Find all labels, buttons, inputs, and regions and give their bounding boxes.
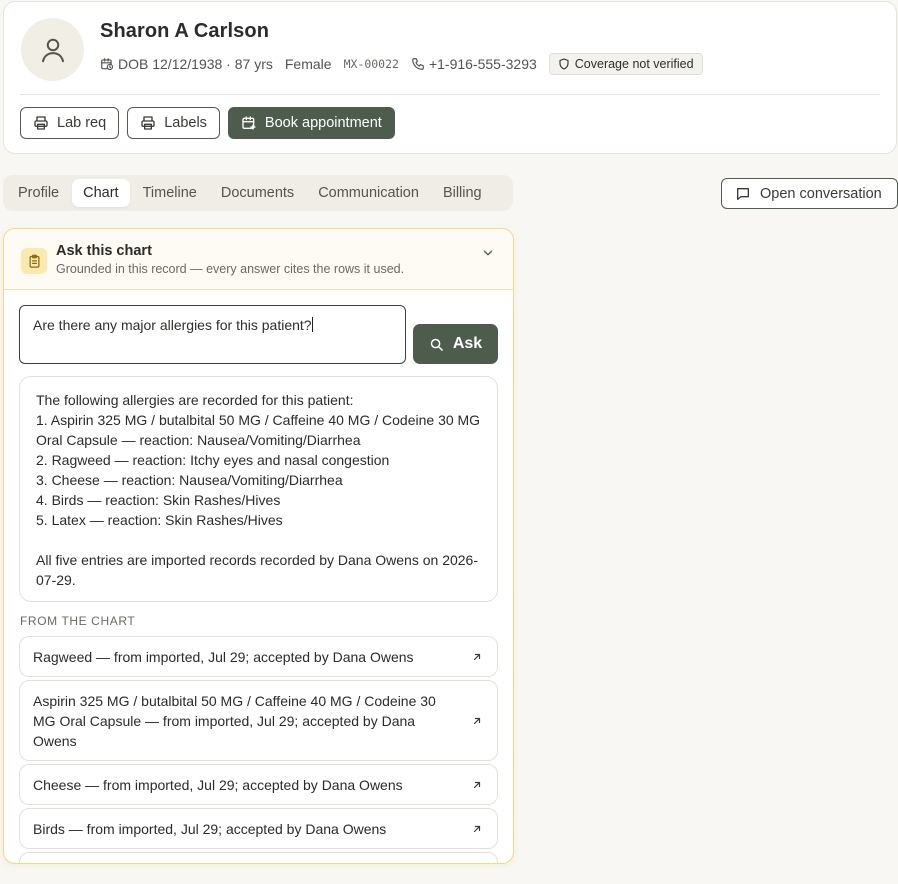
phone[interactable]: +1-916-555-3293 — [411, 56, 537, 72]
lab-req-label: Lab req — [57, 115, 107, 131]
from-chart-label: FROM THE CHART — [20, 614, 136, 628]
tab-chart[interactable]: Chart — [72, 179, 130, 207]
header-divider — [20, 94, 880, 95]
book-appointment-button[interactable]: Book appointment — [227, 107, 395, 139]
clipboard-icon — [21, 248, 47, 274]
citation-item[interactable]: Aspirin 325 MG / butalbital 50 MG / Caff… — [19, 680, 498, 761]
ask-subtitle: Grounded in this record — every answer c… — [56, 262, 405, 276]
labels-button[interactable]: Labels — [127, 107, 220, 139]
citation-item[interactable] — [19, 852, 498, 863]
patient-meta: DOB 12/12/1938 · 87 yrs Female MX-00022 … — [100, 53, 703, 75]
book-appointment-label: Book appointment — [264, 115, 382, 131]
question-text: Are there any major allergies for this p… — [33, 317, 312, 333]
shield-icon — [559, 58, 569, 70]
calendar-clock-icon — [101, 58, 114, 71]
chat-icon — [737, 187, 749, 200]
coverage-badge: Coverage not verified — [548, 53, 703, 75]
text-caret — [311, 317, 313, 332]
arrow-up-right-icon — [473, 781, 481, 788]
citation-text: Aspirin 325 MG / butalbital 50 MG / Caff… — [33, 693, 436, 749]
printer-icon — [34, 116, 48, 130]
ask-title: Ask this chart — [56, 243, 152, 259]
action-row: Lab req Labels Book appointment — [20, 107, 403, 139]
citation-text: Cheese — from imported, Jul 29; accepted… — [33, 777, 403, 793]
user-icon — [41, 38, 64, 62]
tab-profile[interactable]: Profile — [7, 179, 70, 207]
dob: DOB 12/12/1938 · 87 yrs — [100, 56, 273, 72]
citation-item[interactable]: Ragweed — from imported, Jul 29; accepte… — [19, 636, 498, 677]
answer-text: The following allergies are recorded for… — [19, 376, 498, 602]
chart-tabs: Profile Chart Timeline Documents Communi… — [3, 175, 513, 211]
sex: Female — [284, 56, 332, 72]
ask-button-label: Ask — [452, 335, 483, 352]
open-conversation-button[interactable]: Open conversation — [721, 178, 898, 209]
ask-chart-panel: Ask this chart Grounded in this record —… — [3, 228, 514, 864]
patient-header-card: Sharon A Carlson DOB 12/12/1938 · 87 yrs… — [3, 1, 897, 154]
citation-item[interactable]: Birds — from imported, Jul 29; accepted … — [19, 808, 498, 849]
lab-req-button[interactable]: Lab req — [20, 107, 120, 139]
tab-documents[interactable]: Documents — [210, 179, 305, 207]
tab-billing[interactable]: Billing — [432, 179, 493, 207]
patient-name: Sharon A Carlson — [100, 20, 270, 42]
tab-communication[interactable]: Communication — [307, 179, 430, 207]
search-icon — [430, 338, 443, 351]
coverage-text: Coverage not verified — [574, 57, 694, 71]
mrn: MX-00022 — [343, 57, 399, 71]
tab-timeline[interactable]: Timeline — [132, 179, 208, 207]
avatar — [21, 18, 84, 81]
dob-text: DOB 12/12/1938 · 87 yrs — [118, 56, 273, 72]
question-input[interactable]: Are there any major allergies for this p… — [19, 305, 406, 364]
phone-icon — [412, 58, 424, 70]
arrow-up-right-icon — [473, 825, 481, 832]
ask-button[interactable]: Ask — [413, 324, 498, 364]
citation-text: Ragweed — from imported, Jul 29; accepte… — [33, 649, 414, 665]
citation-item[interactable]: Cheese — from imported, Jul 29; accepted… — [19, 764, 498, 805]
calendar-plus-icon — [242, 116, 256, 130]
labels-label: Labels — [164, 115, 207, 131]
ask-chart-header[interactable]: Ask this chart Grounded in this record —… — [4, 229, 513, 290]
open-conversation-label: Open conversation — [760, 185, 882, 202]
arrow-up-right-icon — [473, 717, 481, 724]
printer-icon — [141, 116, 155, 130]
phone-text: +1-916-555-3293 — [428, 56, 537, 72]
citation-text: Birds — from imported, Jul 29; accepted … — [33, 821, 387, 837]
arrow-up-right-icon — [473, 653, 481, 660]
chevron-down-icon[interactable] — [481, 246, 495, 260]
